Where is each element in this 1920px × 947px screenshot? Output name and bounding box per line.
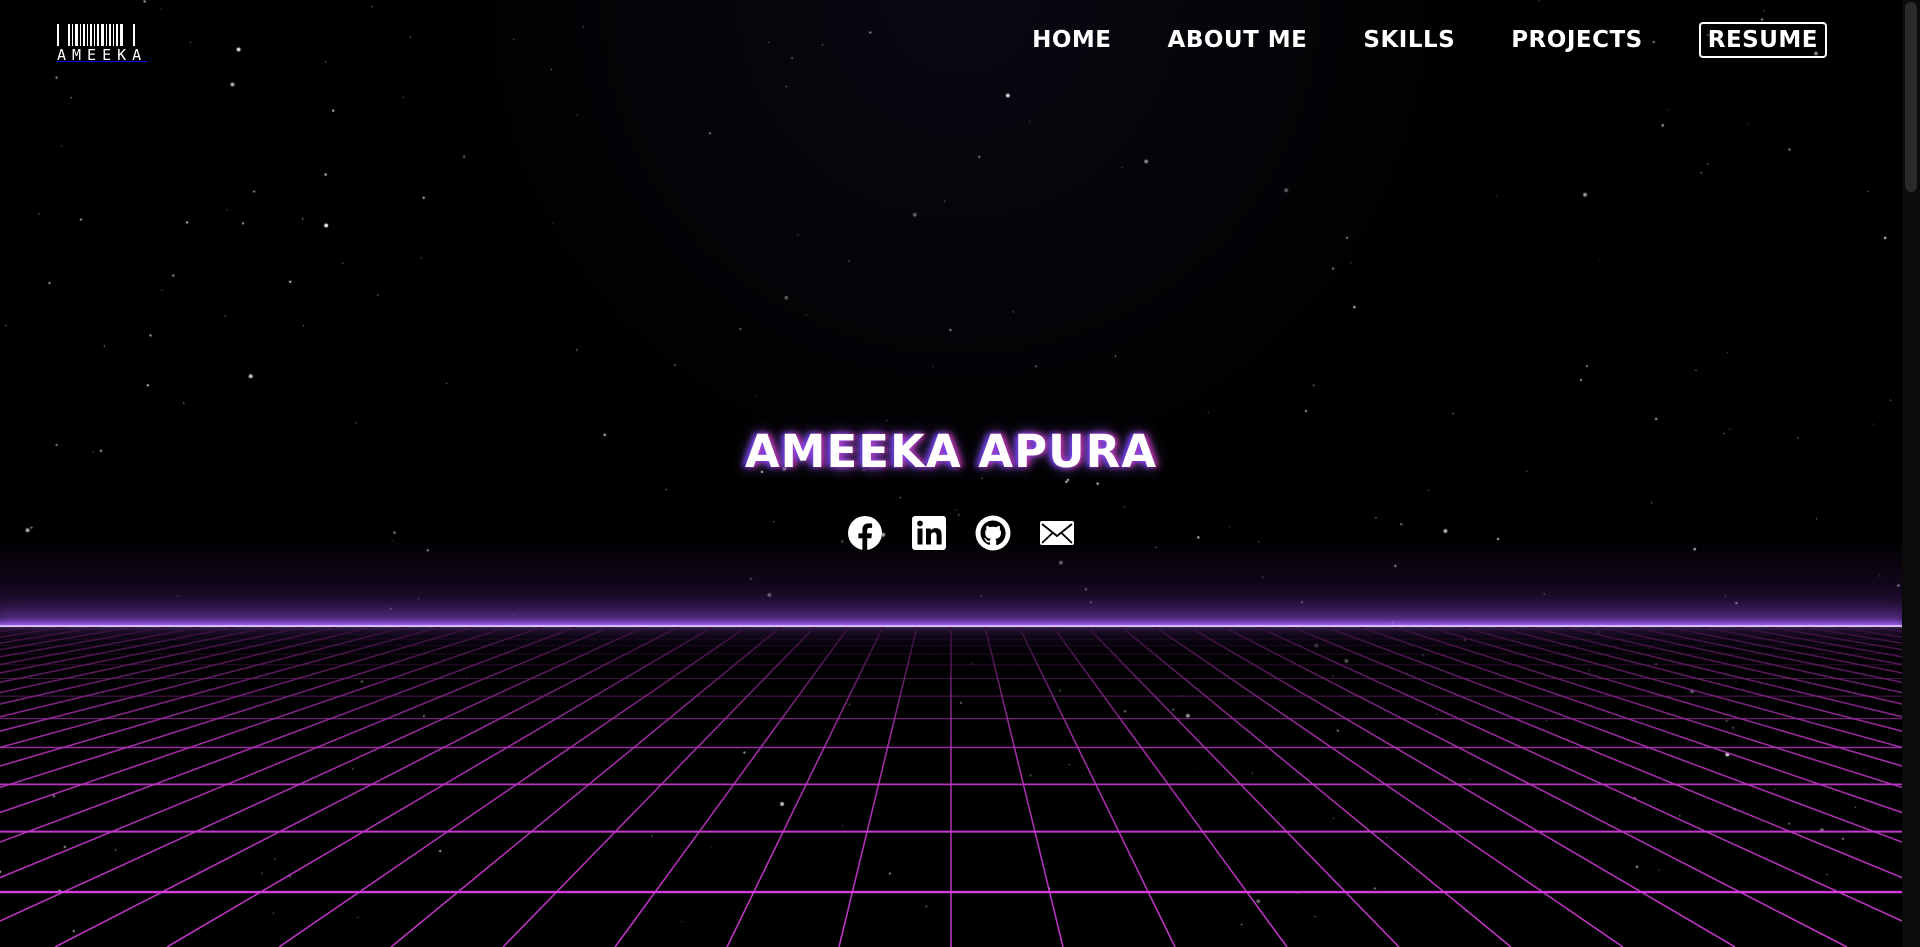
logo-text: AMEEKA <box>57 46 148 64</box>
hero-name: AMEEKA APURA <box>744 425 1158 478</box>
scrollbar-thumb[interactable] <box>1905 2 1917 192</box>
site-logo[interactable]: AMEEKA <box>57 22 163 63</box>
github-link[interactable] <box>975 515 1011 551</box>
main-nav: HOME ABOUT ME SKILLS PROJECTS RESUME <box>1032 22 1827 58</box>
grid-fade-overlay <box>0 627 1902 947</box>
mail-icon <box>1040 521 1074 545</box>
nav-skills[interactable]: SKILLS <box>1363 27 1455 53</box>
neon-grid-floor <box>0 627 1902 947</box>
email-link[interactable] <box>1039 515 1075 551</box>
page: AMEEKA HOME ABOUT ME SKILLS PROJECTS RES… <box>0 0 1920 947</box>
facebook-link[interactable] <box>847 515 883 551</box>
nav-projects[interactable]: PROJECTS <box>1511 27 1643 53</box>
nav-home[interactable]: HOME <box>1032 27 1111 53</box>
barcode-logo-icon <box>57 22 163 46</box>
linkedin-icon <box>912 516 946 550</box>
facebook-icon <box>848 516 882 551</box>
github-icon <box>975 515 1011 551</box>
linkedin-link[interactable] <box>911 515 947 551</box>
resume-button[interactable]: RESUME <box>1698 22 1827 58</box>
social-links <box>847 515 1075 551</box>
horizon-glow <box>0 540 1902 630</box>
nav-about-me[interactable]: ABOUT ME <box>1168 27 1308 53</box>
scrollbar[interactable] <box>1902 0 1920 947</box>
